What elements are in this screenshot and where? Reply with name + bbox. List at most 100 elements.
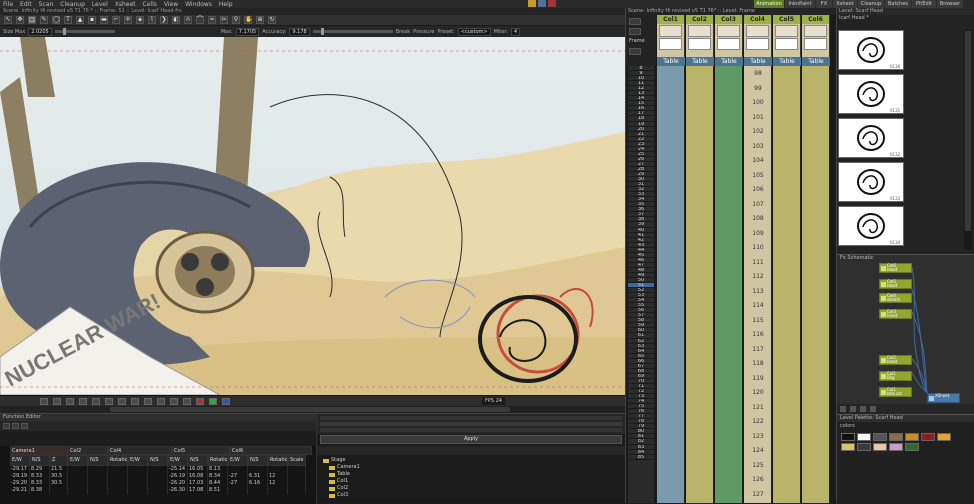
tree-item-col3[interactable]: Col3 bbox=[323, 492, 619, 499]
cell-frame-number[interactable]: 125 bbox=[744, 462, 772, 469]
channel-header[interactable]: N/S bbox=[188, 455, 208, 466]
cell-frame-number[interactable]: 119 bbox=[744, 375, 772, 382]
style-picker-icon[interactable]: ✛ bbox=[124, 16, 132, 24]
column-toggle-icon[interactable] bbox=[688, 25, 711, 37]
column-name[interactable]: Col3 bbox=[715, 15, 742, 24]
level-strip-scrollbar[interactable] bbox=[964, 30, 972, 250]
function-cell[interactable] bbox=[268, 487, 288, 494]
field-guide-icon[interactable] bbox=[92, 397, 100, 405]
function-cell[interactable] bbox=[128, 473, 148, 480]
column-toggle-icon[interactable] bbox=[717, 25, 740, 37]
function-cell[interactable]: 8.33 bbox=[30, 473, 50, 480]
function-cell[interactable]: 8.13 bbox=[208, 466, 228, 473]
scrollbar-thumb[interactable] bbox=[965, 31, 971, 231]
iron-tool-icon[interactable]: ≈ bbox=[208, 16, 216, 24]
column-parent[interactable]: Table bbox=[744, 57, 772, 66]
function-cell[interactable]: 17.03 bbox=[188, 480, 208, 487]
cell-frame-number[interactable]: 101 bbox=[744, 114, 772, 121]
cell-frame-number[interactable]: 127 bbox=[744, 491, 772, 498]
eraser-tool-icon[interactable]: ▬ bbox=[100, 16, 108, 24]
column-parent[interactable]: Table bbox=[657, 57, 685, 66]
slider-bar[interactable] bbox=[320, 428, 622, 432]
function-cell[interactable]: -26.19 bbox=[168, 473, 188, 480]
cell-frame-number[interactable]: 100 bbox=[744, 99, 772, 106]
cell-frame-number[interactable]: 114 bbox=[744, 302, 772, 309]
rgb-picker-icon[interactable]: ◈ bbox=[136, 16, 144, 24]
room-tab-cleanup[interactable]: Cleanup bbox=[858, 0, 884, 8]
xsheet-column-col4[interactable]: 98 99 100 101 102 103 104 105 106 107 108 109 110 111… bbox=[744, 66, 772, 503]
function-cell[interactable] bbox=[288, 487, 306, 494]
size-slider[interactable] bbox=[54, 28, 115, 35]
function-cell[interactable]: -29.17 bbox=[10, 466, 30, 473]
column-toggle-icon[interactable] bbox=[659, 25, 682, 37]
frame-scrubber[interactable] bbox=[0, 406, 625, 413]
function-cell[interactable]: 17.08 bbox=[188, 487, 208, 494]
spreadsheet-icon[interactable] bbox=[12, 423, 19, 429]
color-swatch[interactable] bbox=[841, 443, 855, 451]
keyframe-icon[interactable] bbox=[629, 48, 641, 55]
preset-select[interactable]: <custom> bbox=[457, 27, 491, 36]
brush-tool-icon[interactable]: ✎ bbox=[40, 16, 48, 24]
frame-number[interactable]: 85 bbox=[628, 455, 654, 460]
function-cell[interactable]: -29.19 bbox=[10, 473, 30, 480]
group-col5[interactable]: Col5 bbox=[172, 446, 230, 455]
close-icon[interactable] bbox=[548, 0, 556, 7]
selection-tool-icon[interactable]: □ bbox=[28, 16, 36, 24]
reset-icon[interactable] bbox=[860, 406, 866, 412]
function-cell[interactable] bbox=[148, 466, 168, 473]
column-parent[interactable]: Table bbox=[686, 57, 714, 66]
menu-scan[interactable]: Scan bbox=[39, 1, 54, 8]
fx-node-col6[interactable]: Col6 head bbox=[879, 263, 912, 273]
column-header-col5[interactable]: Col5 Table bbox=[773, 15, 801, 66]
function-cell[interactable]: -27 bbox=[228, 473, 248, 480]
function-cell[interactable] bbox=[68, 487, 88, 494]
room-tab-fx[interactable]: FX bbox=[816, 0, 832, 8]
color-swatch[interactable] bbox=[905, 443, 919, 451]
type-tool-icon[interactable]: T bbox=[64, 16, 72, 24]
function-cell[interactable]: 6.31 bbox=[248, 473, 268, 480]
menu-windows[interactable]: Windows bbox=[185, 1, 212, 8]
column-header-col1[interactable]: Col1 Table bbox=[657, 15, 685, 66]
magnet-tool-icon[interactable]: ∩ bbox=[184, 16, 192, 24]
fill-tool-icon[interactable]: ▲ bbox=[76, 16, 84, 24]
channel-header[interactable]: Z bbox=[50, 455, 68, 466]
cell-frame-number[interactable]: 106 bbox=[744, 186, 772, 193]
channel-header[interactable]: Scale bbox=[288, 455, 306, 466]
column-name[interactable]: Col2 bbox=[686, 15, 713, 24]
cell-frame-number[interactable]: 102 bbox=[744, 128, 772, 135]
group-col6[interactable]: Col6 bbox=[230, 446, 312, 455]
column-name[interactable]: Col5 bbox=[773, 15, 800, 24]
group-col2[interactable]: Col2 bbox=[68, 446, 108, 455]
function-cell[interactable] bbox=[88, 487, 108, 494]
cell-frame-number[interactable]: 108 bbox=[744, 215, 772, 222]
channel-header[interactable]: E/W bbox=[228, 455, 248, 466]
animate-tool-icon[interactable]: ✥ bbox=[16, 16, 24, 24]
column-header-col3[interactable]: Col3 Table bbox=[715, 15, 743, 66]
function-cell[interactable] bbox=[88, 466, 108, 473]
group-col4[interactable]: Col4 bbox=[108, 446, 172, 455]
column-header-col4[interactable]: Col4 Table bbox=[744, 15, 772, 66]
function-cell[interactable]: 30.5 bbox=[50, 473, 68, 480]
function-cell[interactable] bbox=[148, 473, 168, 480]
function-cell[interactable] bbox=[68, 473, 88, 480]
function-cell[interactable]: 16.05 bbox=[188, 466, 208, 473]
max-field[interactable]: 7.1705 bbox=[235, 27, 260, 36]
toggle-icon[interactable] bbox=[538, 0, 546, 7]
accuracy-slider[interactable] bbox=[312, 28, 393, 35]
room-tab-pltedit[interactable]: PltEdit bbox=[912, 0, 936, 8]
channel-header[interactable]: E/W bbox=[68, 455, 88, 466]
channel-header[interactable]: E/W bbox=[128, 455, 148, 466]
next-frame-icon[interactable] bbox=[157, 397, 165, 405]
channel-header[interactable]: N/S bbox=[30, 455, 50, 466]
function-cell[interactable] bbox=[268, 466, 288, 473]
menu-level[interactable]: Level bbox=[92, 1, 108, 8]
function-cell[interactable]: -26.30 bbox=[168, 487, 188, 494]
column-name[interactable]: Col1 bbox=[657, 15, 684, 24]
function-cell[interactable]: -29.21 bbox=[10, 487, 30, 494]
apply-button[interactable]: Apply bbox=[320, 435, 622, 444]
fx-node-xsheet[interactable]: XSheet bbox=[927, 393, 960, 403]
bg-black-icon[interactable] bbox=[53, 397, 61, 405]
room-tab-browser[interactable]: Browser bbox=[937, 0, 963, 8]
function-cell[interactable]: 8.29 bbox=[30, 466, 50, 473]
paint-brush-icon[interactable]: ▪ bbox=[88, 16, 96, 24]
